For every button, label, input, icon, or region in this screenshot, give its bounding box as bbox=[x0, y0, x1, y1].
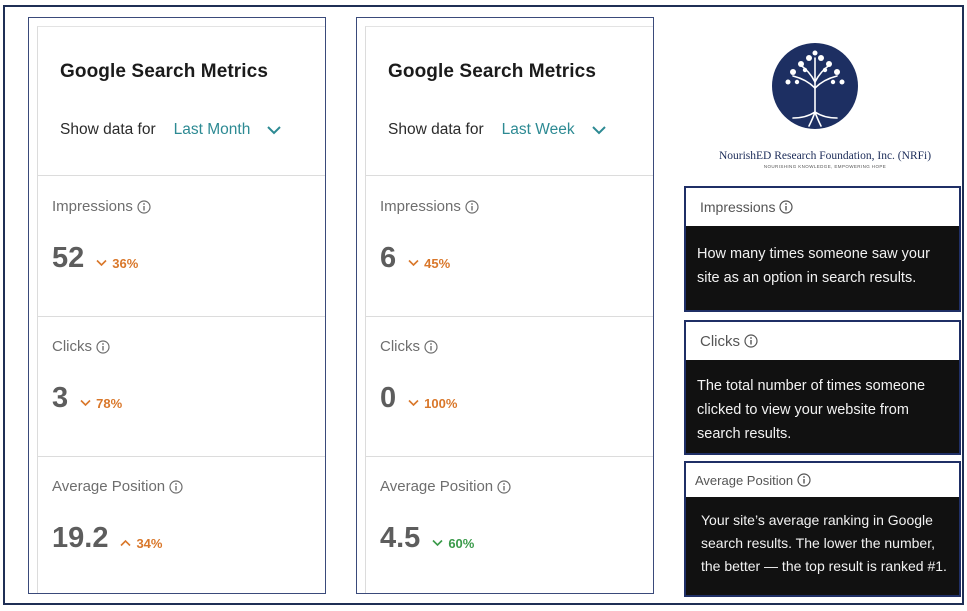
metric-label-clicks: Clicks bbox=[380, 338, 438, 355]
arrow-down-icon bbox=[96, 259, 107, 267]
divider bbox=[366, 316, 653, 317]
period-value[interactable]: Last Month bbox=[174, 121, 251, 139]
delta-badge: 34% bbox=[120, 536, 162, 551]
definition-text: Your site’s average ranking in Google se… bbox=[701, 512, 947, 574]
metrics-panel-last-month: Google Search Metrics Show data for Last… bbox=[28, 17, 326, 594]
panel-title: Google Search Metrics bbox=[60, 61, 269, 82]
show-data-label: Show data for bbox=[388, 121, 484, 138]
arrow-up-icon bbox=[120, 539, 132, 547]
definition-header: Average Position bbox=[686, 463, 959, 497]
metric-value-average-position: 19.2 34% bbox=[52, 522, 163, 554]
info-icon bbox=[744, 334, 758, 348]
info-icon[interactable] bbox=[96, 339, 110, 354]
delta-badge: 45% bbox=[408, 256, 450, 271]
divider bbox=[38, 456, 325, 457]
info-icon[interactable] bbox=[497, 479, 511, 494]
divider bbox=[38, 316, 325, 317]
info-icon[interactable] bbox=[137, 199, 151, 214]
metric-value-impressions: 52 36% bbox=[52, 242, 139, 274]
definition-text: The total number of times someone clicke… bbox=[697, 378, 926, 442]
delta-badge: 100% bbox=[408, 396, 457, 411]
info-icon bbox=[779, 200, 794, 214]
metric-label-impressions: Impressions bbox=[52, 198, 151, 215]
delta-badge: 36% bbox=[96, 256, 138, 271]
metric-value-clicks: 0 100% bbox=[380, 382, 458, 414]
metric-value-impressions: 6 45% bbox=[380, 242, 451, 274]
definition-average-position: Average Position Your site’s average ran… bbox=[684, 461, 961, 597]
arrow-down-icon bbox=[432, 539, 443, 547]
show-data-label: Show data for bbox=[60, 121, 156, 138]
metric-label-impressions: Impressions bbox=[380, 198, 479, 215]
organization-tagline: NOURISHING KNOWLEDGE, EMPOWERING HOPE bbox=[763, 164, 887, 169]
organization-name: NourishED Research Foundation, Inc. (NRF… bbox=[718, 150, 932, 162]
info-icon[interactable] bbox=[169, 479, 183, 494]
divider bbox=[366, 456, 653, 457]
panel-title: Google Search Metrics bbox=[388, 61, 597, 82]
info-icon[interactable] bbox=[424, 339, 438, 354]
divider bbox=[366, 175, 653, 176]
arrow-down-icon bbox=[408, 259, 419, 267]
definition-header: Clicks bbox=[686, 322, 959, 360]
definition-impressions: Impressions How many times someone saw y… bbox=[684, 186, 961, 312]
arrow-down-icon bbox=[408, 399, 419, 407]
info-icon bbox=[797, 473, 811, 487]
period-selector[interactable]: Show data for Last Month bbox=[60, 121, 282, 139]
definition-text: How many times someone saw your site as … bbox=[697, 246, 930, 286]
divider bbox=[38, 175, 325, 176]
period-value[interactable]: Last Week bbox=[502, 121, 575, 139]
delta-badge: 60% bbox=[432, 536, 474, 551]
chevron-down-icon[interactable] bbox=[266, 123, 282, 137]
arrow-down-icon bbox=[80, 399, 91, 407]
metric-label-average-position: Average Position bbox=[52, 478, 183, 495]
period-selector[interactable]: Show data for Last Week bbox=[388, 121, 607, 139]
delta-badge: 78% bbox=[80, 396, 122, 411]
metric-value-average-position: 4.5 60% bbox=[380, 522, 475, 554]
definition-clicks: Clicks The total number of times someone… bbox=[684, 320, 961, 455]
metric-label-average-position: Average Position bbox=[380, 478, 511, 495]
chevron-down-icon[interactable] bbox=[591, 123, 607, 137]
metric-value-clicks: 3 78% bbox=[52, 382, 123, 414]
metrics-panel-last-week: Google Search Metrics Show data for Last… bbox=[356, 17, 654, 594]
info-icon[interactable] bbox=[465, 199, 479, 214]
definition-header: Impressions bbox=[686, 188, 959, 226]
metric-label-clicks: Clicks bbox=[52, 338, 110, 355]
tree-logo-icon bbox=[771, 42, 859, 130]
